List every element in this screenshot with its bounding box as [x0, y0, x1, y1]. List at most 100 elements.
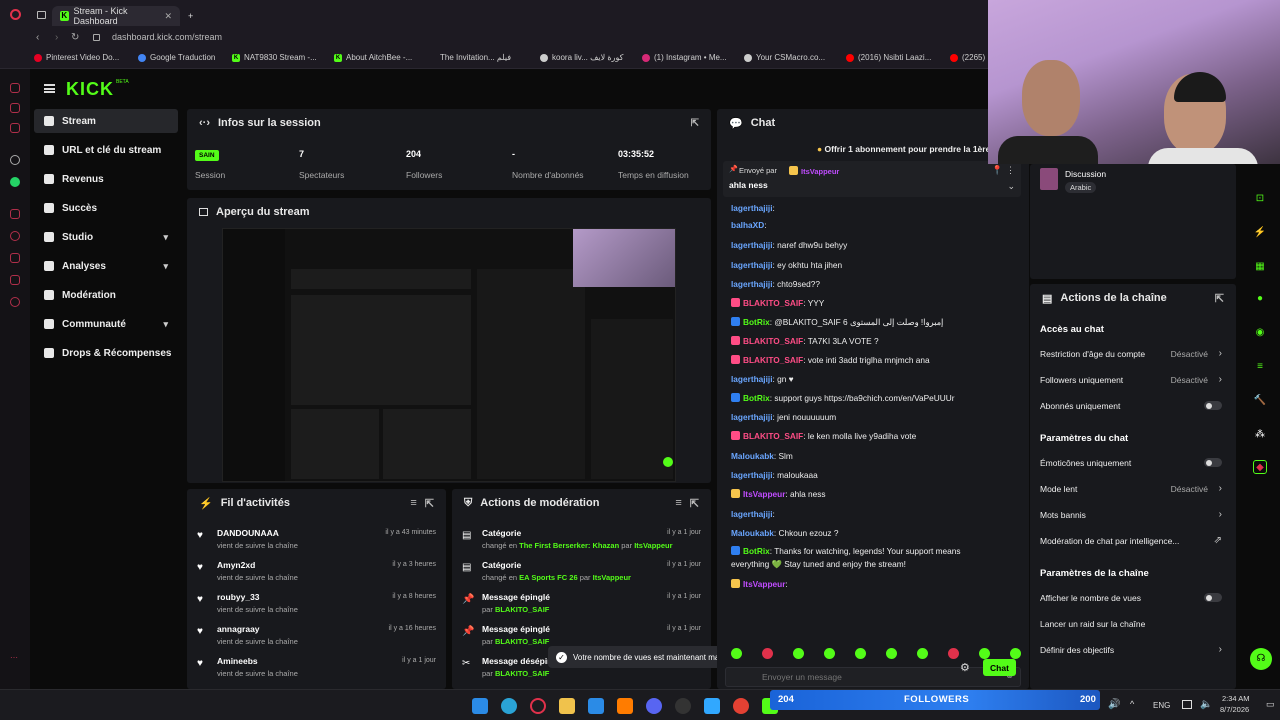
rail-button-icon[interactable]: ● [1253, 292, 1267, 306]
category-link[interactable]: The First Berserker: Khazan [519, 541, 619, 550]
chat-send-button[interactable]: Chat [983, 659, 1016, 676]
network-icon[interactable] [1182, 700, 1192, 709]
emote-icon[interactable] [948, 648, 959, 659]
sidebar-item-communaute[interactable]: Communauté ▾ [34, 312, 178, 336]
sidebar-item-revenus[interactable]: Revenus [34, 167, 178, 191]
rail-button-icon[interactable]: ◆ [1253, 460, 1267, 474]
emote-icon[interactable] [886, 648, 897, 659]
chat-username[interactable]: balhaXD [731, 220, 764, 230]
popout-icon[interactable]: ⇱ [1215, 292, 1224, 305]
channel-action-row[interactable]: Followers uniquement Désactivé › [1040, 374, 1224, 393]
chat-username[interactable]: lagerthajiji [731, 509, 773, 519]
windows-start-icon[interactable] [472, 698, 488, 714]
chat-username[interactable]: ItsVappeur [743, 489, 785, 499]
chat-username[interactable]: BLAKITO_SAIF [743, 336, 803, 346]
notification-icon[interactable]: ▭ [1266, 699, 1275, 710]
chat-username[interactable]: lagerthajiji [731, 470, 773, 480]
chat-username[interactable]: BotRix [743, 546, 770, 556]
popout-icon[interactable]: ⇱ [691, 118, 699, 129]
emote-icon[interactable] [793, 648, 804, 659]
channel-action-row[interactable]: Mode lent Désactivé › [1040, 483, 1224, 502]
more-icon[interactable]: ⋯ [10, 653, 20, 663]
bookmark-item[interactable]: (1) Instagram • Me... [642, 53, 727, 62]
photoshop-icon[interactable] [704, 698, 720, 714]
chrome-icon[interactable] [733, 698, 749, 714]
chevron-down-icon[interactable]: ⌄ [1007, 181, 1015, 192]
discord-icon[interactable] [646, 698, 662, 714]
channel-action-row[interactable]: Restriction d'âge du compte Désactivé › [1040, 348, 1224, 367]
back-icon[interactable]: ‹ [36, 32, 39, 43]
channel-action-row[interactable]: Lancer un raid sur la chaîne [1040, 619, 1224, 637]
sidebar-app-icon[interactable] [10, 209, 20, 219]
activity-user[interactable]: Amyn2xd [217, 560, 255, 570]
sidebar-item-succes[interactable]: Succès [34, 196, 178, 220]
chat-username[interactable]: lagerthajiji [731, 279, 773, 289]
rail-button-icon[interactable]: ⁂ [1253, 428, 1267, 442]
settings-icon[interactable]: ⚙ [960, 661, 970, 674]
edge-icon[interactable] [501, 698, 517, 714]
sidebar-app-icon[interactable] [10, 155, 20, 165]
rail-button-icon[interactable]: ≡ [1253, 360, 1267, 374]
bookmark-item[interactable]: (2016) Nsibti Laazi... [846, 53, 931, 62]
chat-username[interactable]: Maloukabk [731, 528, 774, 538]
reload-icon[interactable]: ↻ [71, 32, 79, 43]
chat-username[interactable]: lagerthajiji [731, 203, 773, 213]
sidebar-app-icon[interactable] [10, 275, 20, 285]
channel-action-row[interactable]: Abonnés uniquement [1040, 401, 1224, 419]
bookmark-item[interactable]: (2265) [950, 53, 985, 62]
activity-user[interactable]: annagraay [217, 624, 260, 634]
clock-date[interactable]: 8/7/2026 [1220, 705, 1249, 714]
emote-icon[interactable] [824, 648, 835, 659]
bookmark-item[interactable]: The Invitation... فيلم [440, 53, 511, 62]
opera-icon[interactable] [530, 698, 546, 714]
browser-tab-kick[interactable]: K Stream - Kick Dashboard ✕ [52, 6, 180, 26]
chat-username[interactable]: ItsVappeur [743, 579, 785, 589]
sidebar-item-url-key[interactable]: URL et clé du stream [34, 138, 178, 162]
rail-button-icon[interactable]: ⊡ [1253, 192, 1267, 206]
moderator-link[interactable]: BLAKITO_SAIF [495, 669, 549, 678]
toggle-switch[interactable] [1204, 401, 1222, 410]
moderator-link[interactable]: ItsVappeur [634, 541, 672, 550]
bookmark-item[interactable]: Pinterest Video Do... [34, 53, 119, 62]
folder-icon[interactable] [559, 698, 575, 714]
chat-username[interactable]: lagerthajiji [731, 260, 773, 270]
bookmark-item[interactable]: koora liv... كورة لايف [540, 53, 623, 62]
sidebar-item-studio[interactable]: Studio ▾ [34, 225, 178, 249]
chat-username[interactable]: BLAKITO_SAIF [743, 355, 803, 365]
chat-username[interactable]: BotRix [743, 317, 770, 327]
sidebar-app-icon[interactable] [10, 83, 20, 93]
settings-icon[interactable] [10, 297, 20, 307]
new-tab-button[interactable]: + [180, 6, 201, 26]
chat-username[interactable]: lagerthajiji [731, 412, 773, 422]
clock-time[interactable]: 2:34 AM [1222, 694, 1250, 703]
url-field[interactable]: dashboard.kick.com/stream [112, 32, 222, 42]
rail-button-icon[interactable]: ▦ [1253, 260, 1267, 274]
emote-icon[interactable] [1010, 648, 1021, 659]
channel-action-row[interactable]: Émoticônes uniquement [1040, 458, 1224, 476]
sidebar-item-stream[interactable]: Stream [34, 109, 178, 133]
chevron-up-icon[interactable]: ^ [1130, 699, 1134, 709]
sidebar-item-drops[interactable]: Drops & Récompenses [34, 341, 178, 365]
forward-icon[interactable]: › [55, 32, 58, 43]
moderator-link[interactable]: BLAKITO_SAIF [495, 605, 549, 614]
sidebar-item-moderation[interactable]: Modération [34, 283, 178, 307]
app-icon[interactable] [588, 698, 604, 714]
emote-icon[interactable] [731, 648, 742, 659]
chat-username[interactable]: BotRix [743, 393, 770, 403]
toggle-switch[interactable] [1204, 593, 1222, 602]
chat-username[interactable]: lagerthajiji [731, 374, 773, 384]
category-link[interactable]: EA Sports FC 26 [519, 573, 577, 582]
unpin-icon[interactable]: 📍 [992, 165, 1003, 176]
toggle-switch[interactable] [1204, 458, 1222, 467]
bookmark-item[interactable]: K NAT9830 Stream -... [232, 53, 317, 62]
emote-icon[interactable] [917, 648, 928, 659]
channel-action-row[interactable]: Afficher le nombre de vues [1040, 593, 1224, 611]
close-tab-icon[interactable]: ✕ [164, 11, 172, 22]
kick-logo[interactable]: KICK [66, 79, 114, 100]
sidebar-item-analyses[interactable]: Analyses ▾ [34, 254, 178, 278]
sidebar-app-icon[interactable] [10, 253, 20, 263]
chat-input[interactable] [725, 667, 1021, 687]
moderator-link[interactable]: ItsVappeur [593, 573, 631, 582]
tab-list-icon[interactable] [37, 11, 46, 19]
stream-preview-video[interactable] [222, 228, 676, 482]
